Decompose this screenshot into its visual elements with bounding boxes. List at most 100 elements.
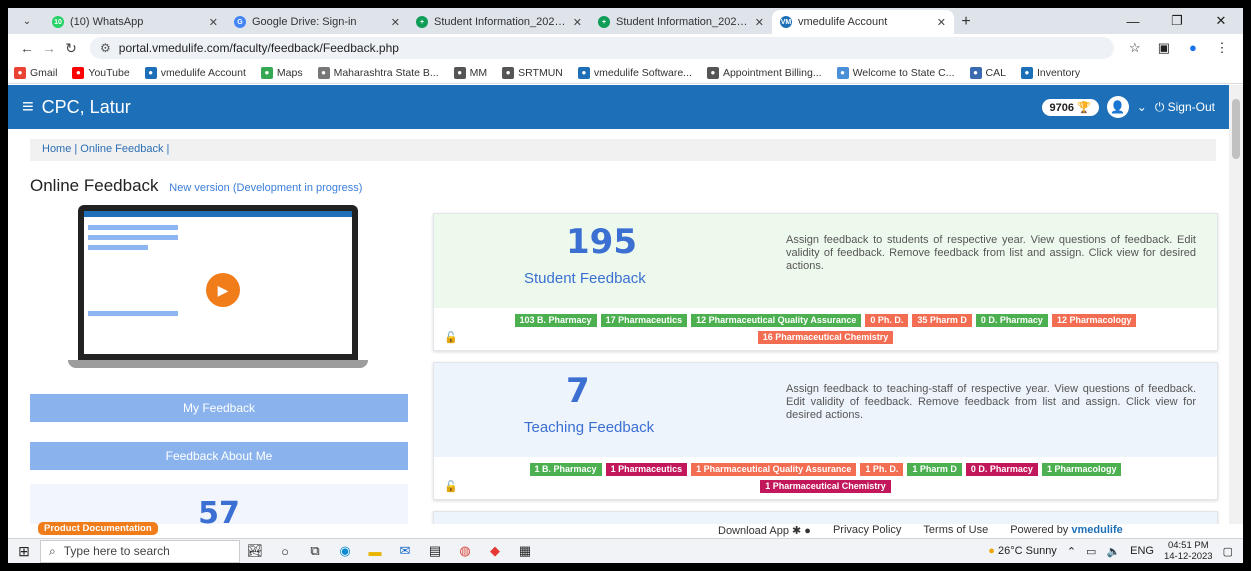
apple-icon[interactable]: ● (804, 525, 811, 537)
tab-search-icon[interactable]: ⌄ (14, 10, 40, 32)
download-app-link[interactable]: Download App ✱ ● (718, 524, 811, 537)
course-badge[interactable]: 35 Pharm D (912, 314, 972, 327)
avatar[interactable]: 👤 (1106, 96, 1129, 118)
browser-tab[interactable]: 10 (10) WhatsApp ✕ (44, 10, 226, 34)
unlock-icon[interactable]: 🔓 (444, 330, 458, 347)
cortana-icon[interactable]: ○ (270, 544, 300, 559)
teaching-feedback-card[interactable]: 7 Teaching Feedback Assign feedback to tea… (433, 362, 1218, 500)
course-badge[interactable]: 0 D. Pharmacy (975, 314, 1048, 327)
play-icon[interactable]: ▶ (206, 273, 240, 307)
anydesk-icon[interactable]: ◆ (480, 543, 510, 559)
video-thumbnail[interactable]: ▶ (68, 205, 368, 375)
minimize-icon[interactable]: — (1111, 14, 1155, 29)
tab-close-icon[interactable]: ✕ (391, 16, 400, 29)
bookmark-item[interactable]: ● CAL (969, 66, 1006, 79)
close-window-icon[interactable]: ✕ (1199, 13, 1243, 29)
browser-menu-icon[interactable]: ⋮ (1209, 40, 1235, 56)
bookmark-label: Inventory (1036, 66, 1081, 79)
terms-link[interactable]: Terms of Use (923, 524, 988, 537)
page-scrollbar[interactable] (1229, 85, 1243, 524)
feedback-about-me-button[interactable]: Feedback About Me (30, 442, 408, 470)
volume-icon[interactable]: 🔈 (1106, 545, 1120, 558)
new-tab-button[interactable]: + (954, 13, 978, 31)
feedback-type-label[interactable]: Teaching Feedback (524, 419, 654, 436)
chevron-down-icon[interactable]: ⌄ (1137, 100, 1147, 114)
browser-tab[interactable]: G Google Drive: Sign-in ✕ (226, 10, 408, 34)
store-icon[interactable]: ▤ (420, 543, 450, 559)
mail-icon[interactable]: ✉ (390, 543, 420, 559)
android-icon[interactable]: ✱ (792, 525, 801, 537)
tab-close-icon[interactable]: ✕ (937, 16, 946, 29)
next-feedback-card[interactable] (433, 511, 1218, 524)
course-badge[interactable]: 1 Pharmaceutical Chemistry (760, 480, 891, 493)
privacy-policy-link[interactable]: Privacy Policy (833, 524, 901, 537)
file-explorer-icon[interactable]: ▬ (360, 544, 390, 559)
clock[interactable]: 04:51 PM 14-12-2023 (1164, 540, 1213, 562)
notifications-icon[interactable]: ▢ (1223, 545, 1233, 558)
course-badge[interactable]: 16 Pharmaceutical Chemistry (757, 331, 894, 344)
bookmark-item[interactable]: ● Welcome to State C... (836, 66, 955, 79)
language-indicator[interactable]: ENG (1130, 545, 1154, 557)
course-badge[interactable]: 12 Pharmaceutical Quality Assurance (691, 314, 862, 327)
course-badge[interactable]: 0 D. Pharmacy (965, 463, 1038, 476)
course-badge[interactable]: 103 B. Pharmacy (514, 314, 597, 327)
tab-close-icon[interactable]: ✕ (755, 16, 764, 29)
scroll-thumb[interactable] (1232, 99, 1240, 159)
signout-button[interactable]: ⏻ Sign-Out (1155, 100, 1215, 115)
bookmark-item[interactable]: ● SRTMUN (502, 66, 563, 79)
tab-close-icon[interactable]: ✕ (573, 16, 582, 29)
sidepanel-icon[interactable]: ▣ (1151, 40, 1177, 56)
unlock-icon[interactable]: 🔓 (444, 479, 458, 496)
feedback-type-label[interactable]: Student Feedback (524, 270, 646, 287)
bookmark-item[interactable]: ● Inventory (1020, 66, 1081, 79)
browser-tab[interactable]: + Student Information_2023-2 ✕ (408, 10, 590, 34)
back-icon[interactable]: ← (16, 40, 38, 56)
network-icon[interactable]: ▭ (1086, 545, 1096, 558)
my-feedback-button[interactable]: My Feedback (30, 394, 408, 422)
weather-widget[interactable]: ● 26°C Sunny (988, 545, 1057, 557)
bookmark-item[interactable]: ● vmedulife Account (144, 66, 246, 79)
course-badge[interactable]: 1 Pharmaceutics (605, 463, 688, 476)
bookmark-star-icon[interactable]: ☆ (1122, 40, 1148, 56)
forward-icon[interactable]: → (38, 40, 60, 56)
bookmark-item[interactable]: ● Appointment Billing... (706, 66, 822, 79)
bookmark-item[interactable]: ● Maharashtra State B... (317, 66, 439, 79)
student-feedback-card[interactable]: 195 Student Feedback Assign feedback to st… (433, 213, 1218, 351)
url-field[interactable]: ⚙ portal.vmedulife.com/faculty/feedback/… (90, 37, 1114, 59)
tab-close-icon[interactable]: ✕ (209, 16, 218, 29)
points-badge[interactable]: 9706 🏆 (1041, 98, 1099, 116)
search-highlight-icon[interactable]: 🏞 (240, 543, 270, 559)
restore-icon[interactable]: ❐ (1155, 13, 1199, 29)
course-badge[interactable]: 0 Ph. D. (865, 314, 909, 327)
course-badge[interactable]: 1 Pharmaceutical Quality Assurance (691, 463, 857, 476)
browser-tab[interactable]: VM vmedulife Account ✕ (772, 10, 954, 34)
chrome-icon[interactable]: ◍ (450, 543, 480, 559)
taskbar-search[interactable]: ⌕ Type here to search (40, 539, 240, 563)
hamburger-icon[interactable]: ≡ (22, 96, 34, 119)
edge-icon[interactable]: ◉ (330, 543, 360, 559)
browser-tab[interactable]: + Student Information_2023-2 ✕ (590, 10, 772, 34)
site-info-icon[interactable]: ⚙ (100, 41, 111, 55)
course-badge[interactable]: 1 B. Pharmacy (529, 463, 602, 476)
bookmark-item[interactable]: ● MM (453, 66, 487, 79)
course-badge[interactable]: 12 Pharmacology (1051, 314, 1137, 327)
breadcrumb[interactable]: Home | Online Feedback | (30, 139, 1216, 161)
course-badge[interactable]: 17 Pharmaceutics (600, 314, 688, 327)
new-version-link[interactable]: New version (Development in progress) (169, 182, 362, 194)
bookmark-item[interactable]: ● YouTube (72, 66, 130, 79)
course-badge[interactable]: 1 Pharm D (907, 463, 962, 476)
course-badge[interactable]: 1 Pharmacology (1041, 463, 1122, 476)
bookmark-item[interactable]: ● vmedulife Software... (577, 66, 692, 79)
bookmark-item[interactable]: ● Maps (260, 66, 303, 79)
task-view-icon[interactable]: ⧉ (300, 543, 330, 559)
profile-icon[interactable]: ● (1180, 40, 1206, 55)
tray-chevron-icon[interactable]: ⌃ (1067, 545, 1076, 558)
reload-icon[interactable]: ↻ (60, 40, 82, 57)
bookmark-item[interactable]: ● Gmail (14, 66, 57, 79)
about-me-count-card[interactable]: 57 (30, 484, 408, 524)
windows-start-icon[interactable]: ⊞ (8, 543, 40, 560)
course-badge[interactable]: 1 Ph. D. (860, 463, 904, 476)
vmedulife-brand[interactable]: vmedulife (1071, 524, 1122, 536)
notepad-icon[interactable]: ▦ (510, 543, 540, 559)
product-documentation-button[interactable]: Product Documentation (38, 522, 158, 535)
